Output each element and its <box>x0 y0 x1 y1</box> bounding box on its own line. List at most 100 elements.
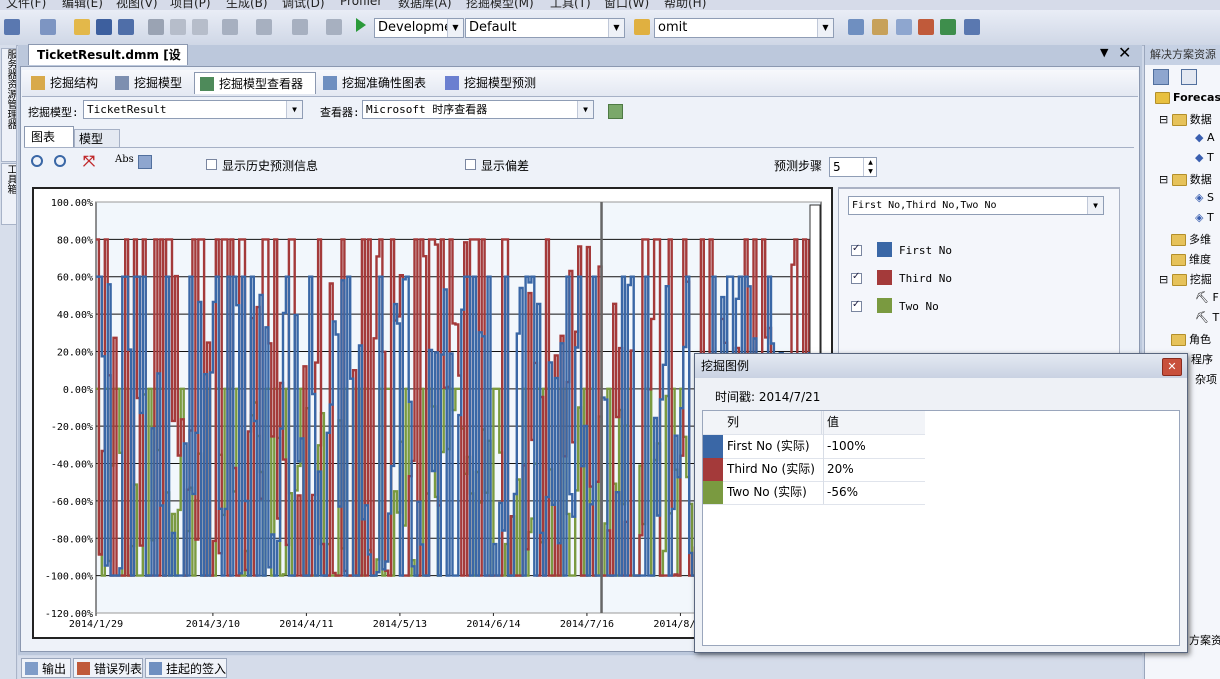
tree-node[interactable]: ⊟ 数据 <box>1159 171 1212 187</box>
navigate-back-icon[interactable] <box>292 19 308 35</box>
tree-node[interactable]: ⊟ 挖掘 <box>1159 271 1212 287</box>
menu-window[interactable]: 窗口(W) <box>604 0 649 10</box>
find-in-files-icon[interactable] <box>634 19 650 35</box>
folder-icon <box>1171 234 1186 246</box>
tab-model[interactable]: 模型 <box>74 129 120 147</box>
window-icon[interactable] <box>964 19 980 35</box>
toolbox-tab[interactable]: 工具箱 <box>1 163 17 225</box>
tree-node[interactable]: ⊟ 数据 <box>1159 111 1212 127</box>
tab-mining-models[interactable]: 挖掘模型 <box>110 72 192 94</box>
toolbox-icon[interactable] <box>918 19 934 35</box>
menu-edit[interactable]: 编辑(E) <box>62 0 103 10</box>
tree-node[interactable]: ⛏ T <box>1195 311 1219 324</box>
tab-chart[interactable]: 图表 <box>24 126 74 147</box>
new-project-icon[interactable] <box>4 19 20 35</box>
mining-model-select[interactable]: TicketResult ▼ <box>83 100 303 119</box>
menu-file[interactable]: 文件(F) <box>6 0 46 10</box>
document-tab[interactable]: TicketResult.dmm [设计] <box>28 44 188 82</box>
start-page-icon[interactable] <box>940 19 956 35</box>
object-browser-icon[interactable] <box>896 19 912 35</box>
tree-node[interactable]: 程序 <box>1191 351 1213 367</box>
show-all-files-icon[interactable] <box>1181 69 1197 85</box>
copy-chart-icon[interactable] <box>138 155 152 169</box>
error-list-icon <box>77 662 90 675</box>
menu-debug[interactable]: 调试(D) <box>282 0 325 10</box>
series-checkbox[interactable] <box>851 299 862 312</box>
tree-node[interactable]: ◆ A <box>1195 131 1215 144</box>
zoom-in-icon[interactable] <box>31 155 43 167</box>
tree-node[interactable]: ◈ S <box>1195 191 1214 204</box>
window-position-icon[interactable]: ▼ <box>1100 46 1108 59</box>
tree-node[interactable]: ◆ T <box>1195 151 1214 164</box>
tab-pending-checkins[interactable]: 挂起的签入 <box>145 658 227 678</box>
designer-tabs: 挖掘结构 挖掘模型 挖掘模型查看器 挖掘准确性图表 挖掘模型预测 <box>22 70 1138 97</box>
menu-view[interactable]: 视图(V) <box>116 0 158 10</box>
tree-node[interactable]: 角色 <box>1171 331 1211 347</box>
prediction-steps-stepper[interactable]: 5 ▲ ▼ <box>829 157 877 177</box>
paste-icon[interactable] <box>192 19 208 35</box>
solution-explorer-tab[interactable]: 方案资 <box>1189 632 1220 648</box>
model-icon <box>115 76 129 90</box>
menu-help[interactable]: 帮助(H) <box>664 0 706 10</box>
menu-build[interactable]: 生成(B) <box>226 0 268 10</box>
find-combo[interactable]: omit ▼ <box>654 18 834 38</box>
add-item-icon[interactable] <box>40 19 56 35</box>
menu-database[interactable]: 数据库(A) <box>398 0 452 10</box>
series-checkbox[interactable] <box>851 271 862 284</box>
tab-error-list[interactable]: 错误列表 <box>73 658 143 678</box>
row-value: 20% <box>827 462 854 476</box>
tab-mining-model-prediction[interactable]: 挖掘模型预测 <box>440 72 544 94</box>
series-checkbox[interactable] <box>851 243 862 256</box>
cut-icon[interactable] <box>148 19 164 35</box>
copy-icon[interactable] <box>170 19 186 35</box>
start-debug-icon[interactable] <box>356 18 366 32</box>
properties-icon[interactable] <box>1153 69 1169 85</box>
find-icon[interactable] <box>848 19 864 35</box>
data-source-icon: ◆ <box>1195 131 1204 144</box>
tree-node[interactable]: ⛏ F <box>1195 291 1219 304</box>
series-select[interactable]: First No,Third No,Two No ▼ <box>848 196 1104 215</box>
solution-root[interactable]: Forecas <box>1155 91 1220 104</box>
properties-icon[interactable] <box>872 19 888 35</box>
solution-configuration-combo[interactable]: Developmer ▼ <box>374 18 464 38</box>
mining-legend-window[interactable]: 挖掘图例 ✕ 时间戳: 2014/7/21 列 值 First No (实际) … <box>694 353 1188 653</box>
close-icon[interactable]: ✕ <box>1118 43 1131 62</box>
open-folder-icon[interactable] <box>74 19 90 35</box>
row-value: -56% <box>827 485 859 499</box>
refresh-icon[interactable] <box>608 104 623 119</box>
menu-project[interactable]: 项目(P) <box>170 0 211 10</box>
mining-legend-title[interactable]: 挖掘图例 <box>695 354 1187 378</box>
tab-mining-structure[interactable]: 挖掘结构 <box>26 72 108 94</box>
tab-mining-model-viewer[interactable]: 挖掘模型查看器 <box>194 72 316 94</box>
abs-toggle[interactable]: Abs <box>115 154 134 165</box>
table-row: First No (实际) -100% <box>703 435 925 459</box>
show-deviation-checkbox[interactable] <box>465 159 476 170</box>
y-tick-label: 100.00% <box>51 198 93 209</box>
stepper-down-icon[interactable]: ▼ <box>863 167 877 176</box>
solution-platform-combo[interactable]: Default ▼ <box>465 18 625 38</box>
navigate-forward-icon[interactable] <box>326 19 342 35</box>
tree-node[interactable]: 杂项 <box>1195 371 1217 387</box>
save-all-icon[interactable] <box>118 19 134 35</box>
pending-checkins-icon <box>149 662 162 675</box>
save-icon[interactable] <box>96 19 112 35</box>
menu-profiler[interactable]: Profiler <box>340 0 382 8</box>
structure-icon <box>31 76 45 90</box>
tree-node[interactable]: 维度 <box>1171 251 1211 267</box>
tab-mining-accuracy-chart[interactable]: 挖掘准确性图表 <box>318 72 438 94</box>
show-history-checkbox[interactable] <box>206 159 217 170</box>
server-explorer-tab[interactable]: 服务器资源管理器 <box>1 48 17 162</box>
undo-icon[interactable] <box>222 19 238 35</box>
stepper-up-icon[interactable]: ▲ <box>863 158 877 167</box>
zoom-out-icon[interactable] <box>54 155 66 167</box>
tree-node[interactable]: ◈ T <box>1195 211 1214 224</box>
menu-tools[interactable]: 工具(T) <box>550 0 591 10</box>
x-tick-label: 2014/3/10 <box>186 619 240 630</box>
tab-output[interactable]: 输出 <box>21 658 71 678</box>
redo-icon[interactable] <box>256 19 272 35</box>
fit-all-icon[interactable]: ⤧ <box>83 152 95 170</box>
close-icon[interactable]: ✕ <box>1162 358 1182 376</box>
tree-node[interactable]: 多维 <box>1171 231 1211 247</box>
viewer-select[interactable]: Microsoft 时序查看器 ▼ <box>362 100 594 119</box>
menu-mining-model[interactable]: 挖掘模型(M) <box>466 0 534 10</box>
